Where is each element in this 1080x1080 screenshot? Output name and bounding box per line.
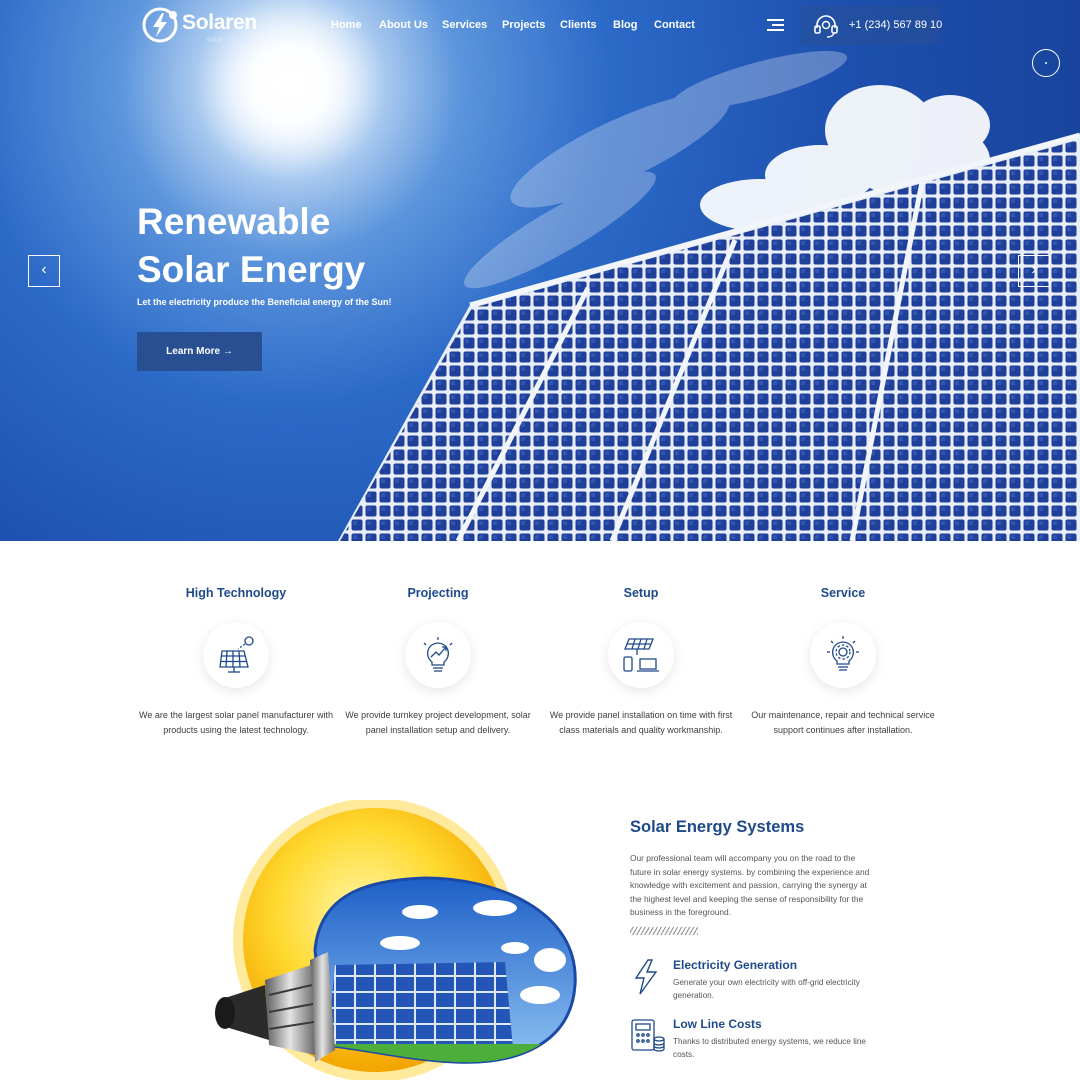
feature-title: Setup <box>623 586 659 600</box>
hero-title: Renewable Solar Energy <box>137 198 537 294</box>
search-circle-button[interactable] <box>1032 49 1060 77</box>
calculator-coins-icon <box>631 1019 665 1052</box>
hero-slider: Solaren solar energy Home About Us Servi… <box>0 0 1080 541</box>
brand-tagline: solar energy <box>207 37 250 44</box>
decorative-hatch-divider <box>630 927 698 935</box>
feature-title: Service <box>820 586 866 600</box>
top-navigation: Solaren solar energy Home About Us Servi… <box>0 0 1080 52</box>
feature-text: We are the largest solar panel manufactu… <box>139 710 333 735</box>
benefit-text: Thanks to distributed energy systems, we… <box>673 1037 866 1059</box>
hero-title-line2: Solar Energy <box>137 249 366 290</box>
brand-name: Solaren <box>182 11 257 34</box>
benefit-title: Electricity Generation <box>673 958 798 972</box>
brand-logo[interactable]: Solaren solar energy <box>141 6 261 46</box>
hero-title-line1: Renewable <box>137 201 331 242</box>
headset-icon <box>814 15 838 38</box>
feature-projecting: Projecting We provide turnkey project de… <box>338 586 538 735</box>
phone-contact[interactable]: +1 (234) 567 89 10 <box>801 6 943 45</box>
feature-text: Our maintenance, repair and technical se… <box>751 710 935 735</box>
nav-item-about-us[interactable]: About Us <box>379 19 428 31</box>
section-title: Solar Energy Systems <box>630 818 805 836</box>
nav-item-services[interactable]: Services <box>442 19 487 31</box>
solar-panel-sun-icon <box>203 622 269 688</box>
nav-item-blog[interactable]: Blog <box>613 19 637 31</box>
feature-title: High Technology <box>185 586 287 600</box>
hamburger-menu-icon[interactable] <box>767 19 784 32</box>
slider-prev-button[interactable]: ‹ <box>28 255 60 287</box>
hero-subtitle: Let the electricity produce the Benefici… <box>137 297 392 307</box>
lightning-logo-icon <box>142 7 178 43</box>
nav-item-projects[interactable]: Projects <box>502 19 545 31</box>
feature-service: Service Our maintenance, repair and tech… <box>743 586 943 735</box>
learn-more-button[interactable]: Learn More → <box>137 332 262 371</box>
phone-number: +1 (234) 567 89 10 <box>849 19 943 31</box>
nav-item-home[interactable]: Home <box>331 19 362 31</box>
lightbulb-growth-icon <box>405 622 471 688</box>
panel-devices-icon <box>608 622 674 688</box>
section-description: Our professional team will accompany you… <box>630 853 870 918</box>
feature-text: We provide panel installation on time wi… <box>549 710 733 735</box>
nav-item-contact[interactable]: Contact <box>654 19 695 31</box>
benefit-title: Low Line Costs <box>673 1017 762 1031</box>
benefit-text: Generate your own electricity with off-g… <box>673 978 860 1000</box>
lightning-bolt-icon <box>634 959 658 995</box>
feature-setup: Setup We provide panel installation on t… <box>541 586 741 735</box>
slider-next-button[interactable]: › <box>1018 255 1050 287</box>
feature-title: Projecting <box>407 586 469 600</box>
nav-item-clients[interactable]: Clients <box>560 19 597 31</box>
bulb-gear-icon <box>810 622 876 688</box>
feature-text: We provide turnkey project development, … <box>345 710 531 735</box>
feature-high-technology: High Technology We are the largest solar… <box>136 586 336 735</box>
sun-lightbulb-illustration <box>215 800 577 1080</box>
